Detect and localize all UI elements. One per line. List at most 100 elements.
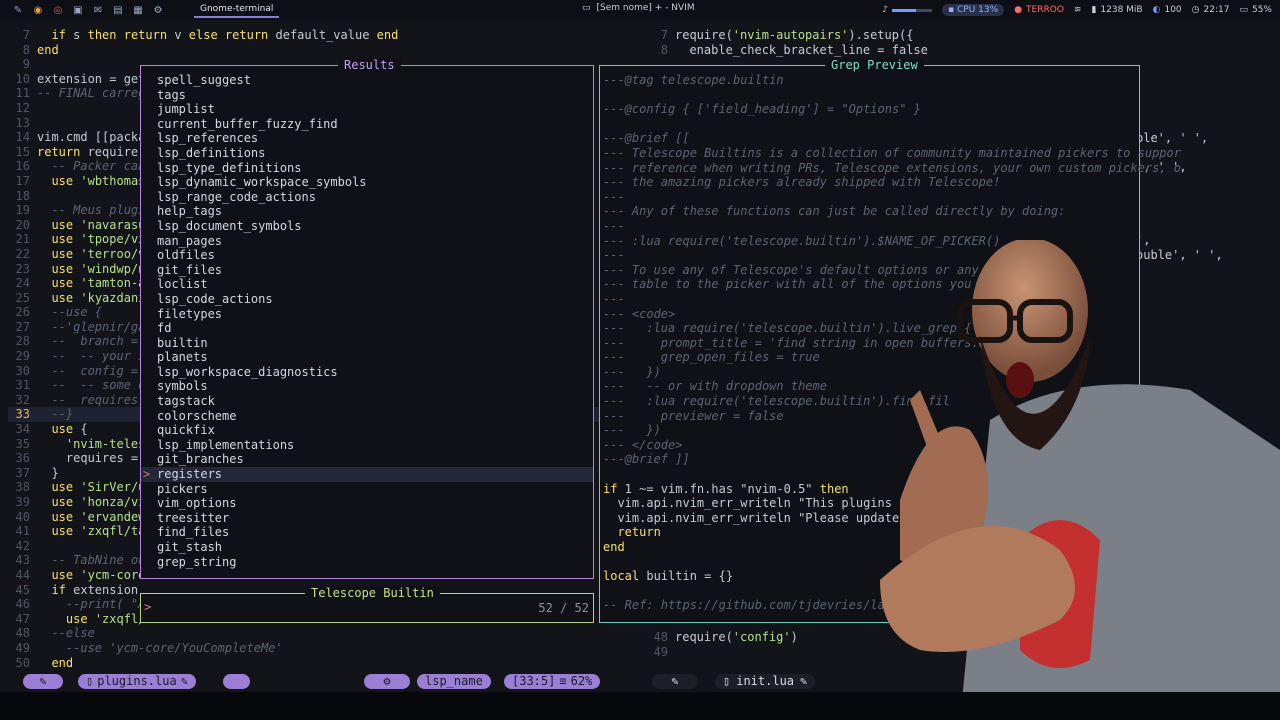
line-number: 27 (15, 319, 30, 334)
left-line-7[interactable]: 7 if s then return v else return default… (8, 28, 628, 43)
code-text: } (37, 465, 59, 480)
result-item[interactable]: fd (141, 321, 593, 336)
line-number: 22 (15, 246, 30, 261)
battery-indicator: ▭ 55% (1239, 5, 1272, 15)
line-number: 13 (15, 115, 30, 130)
window-title: ▭ [Sem nome] + - NVIM (582, 3, 695, 13)
terminal-icon[interactable]: ▣ (68, 0, 88, 20)
file-icon: ▯ (86, 674, 94, 688)
code-text: use 'tpope/vi (51, 232, 146, 247)
clock-icon: ◷ (1191, 5, 1200, 15)
result-item[interactable]: tagstack (141, 394, 593, 409)
result-item[interactable]: pickers (141, 482, 593, 497)
result-item[interactable]: git_files (141, 263, 593, 278)
line-number: 48 (15, 626, 30, 641)
code-text: --'glepnir/ga (37, 319, 146, 334)
result-label: man_pages (157, 233, 223, 248)
statusline: ✎ ▯ plugins.lua ✎ ⚙ lsp_name [33:5] ≡ 62… (0, 672, 1280, 690)
lsp-name-text: lsp_name (425, 674, 483, 688)
launcher-group: ✎ ◉ ◎ ▣ ✉ ▤ ▦ ⚙ (0, 0, 168, 20)
mail-icon[interactable]: ✉ (88, 0, 108, 20)
result-item[interactable]: lsp_document_symbols (141, 219, 593, 234)
result-item[interactable]: git_branches (141, 452, 593, 467)
result-item[interactable]: man_pages (141, 234, 593, 249)
preview-line: ---@tag telescope.builtin (603, 73, 784, 87)
left-line-8[interactable]: 8 end (8, 43, 628, 58)
right-file-tab[interactable]: ▯ init.lua ✎ (715, 674, 816, 689)
result-item[interactable]: colorscheme (141, 409, 593, 424)
result-label: lsp_document_symbols (157, 218, 302, 233)
line-number: 10 (15, 71, 30, 86)
code-text: -- -- your s (37, 349, 146, 364)
telescope-prompt-window[interactable]: Telescope Builtin > 52 / 52 (140, 586, 594, 623)
left-line-48[interactable]: 48 --else (8, 626, 628, 641)
code-text: use 'tamton-a (51, 276, 146, 291)
result-item[interactable]: quickfix (141, 423, 593, 438)
result-item[interactable]: lsp_dynamic_workspace_symbols (141, 175, 593, 190)
code-text: use 'ervandew (51, 509, 146, 524)
image-icon[interactable]: ▦ (128, 0, 148, 20)
folder-icon[interactable]: ▤ (108, 0, 128, 20)
result-item[interactable]: lsp_range_code_actions (141, 190, 593, 205)
bottom-strip (0, 692, 1280, 720)
result-item[interactable]: grep_string (141, 555, 593, 570)
chrome-icon[interactable]: ◎ (48, 0, 68, 20)
result-item[interactable]: planets (141, 350, 593, 365)
result-item[interactable]: lsp_implementations (141, 438, 593, 453)
left-line-50[interactable]: 50 end (8, 656, 628, 671)
settings-icon[interactable]: ⚙ (148, 0, 168, 20)
taskbar-item-terminal[interactable]: Gnome-terminal (194, 2, 280, 18)
volume-control[interactable]: ♪ (882, 5, 933, 15)
result-item[interactable]: vim_options (141, 496, 593, 511)
user-icon: ● (1014, 5, 1023, 15)
code-text: enable_check_bracket_line = false (675, 42, 928, 57)
result-label: quickfix (157, 423, 215, 438)
clock[interactable]: ◷ 22:17 (1192, 5, 1230, 15)
code-text: end (37, 42, 59, 57)
result-label: pickers (157, 481, 208, 496)
result-item[interactable]: spell_suggest (141, 73, 593, 88)
right-line-8[interactable]: 8 enable_check_bracket_line = false (646, 43, 1266, 58)
result-item[interactable]: treesitter (141, 511, 593, 526)
result-item[interactable]: filetypes (141, 307, 593, 322)
result-label: lsp_references (157, 131, 259, 146)
result-item[interactable]: tags (141, 88, 593, 103)
result-item[interactable]: oldfiles (141, 248, 593, 263)
wifi-icon: ≋ (1073, 5, 1082, 15)
result-item[interactable]: git_stash (141, 540, 593, 555)
code-text: --else (37, 626, 95, 641)
telescope-results-window[interactable]: Results spell_suggest tags jumplist current… (140, 58, 594, 579)
left-file-tab[interactable]: ▯ plugins.lua ✎ (78, 674, 196, 689)
result-item[interactable]: symbols (141, 379, 593, 394)
code-text: -- Meus plugi (37, 203, 146, 218)
result-item[interactable]: lsp_definitions (141, 146, 593, 161)
result-item[interactable]: builtin (141, 336, 593, 351)
result-item[interactable]: help_tags (141, 204, 593, 219)
prompt-caret: > (144, 600, 152, 614)
cpu-icon: ▪ (948, 5, 955, 15)
right-line-7[interactable]: 7 require('nvim-autopairs').setup({ (646, 28, 1266, 43)
preview-line (603, 88, 1181, 103)
brightness-text: 100 (1164, 5, 1182, 15)
right-file-name: init.lua (736, 674, 795, 688)
top-panel: ✎ ◉ ◎ ▣ ✉ ▤ ▦ ⚙ Gnome-terminal ▭ [Sem no… (0, 0, 1280, 20)
wifi-indicator[interactable]: ≋ (1074, 5, 1082, 15)
volume-bar[interactable] (892, 8, 933, 12)
wand-icon[interactable]: ✎ (8, 0, 28, 20)
result-item[interactable]: lsp_references (141, 131, 593, 146)
left-line-49[interactable]: 49 --use 'ycm-core/YouCompleteMe' (8, 641, 628, 656)
result-item[interactable]: loclist (141, 277, 593, 292)
result-item[interactable]: jumplist (141, 102, 593, 117)
result-item[interactable]: find_files (141, 525, 593, 540)
firefox-icon[interactable]: ◉ (28, 0, 48, 20)
brightness-indicator[interactable]: ◐ 100 (1153, 5, 1182, 15)
results-list[interactable]: spell_suggest tags jumplist current_buffer_… (141, 73, 593, 569)
result-item[interactable]: current_buffer_fuzzy_find (141, 117, 593, 132)
result-item[interactable]: > registers (141, 467, 593, 482)
result-item[interactable]: lsp_code_actions (141, 292, 593, 307)
result-item[interactable]: lsp_type_definitions (141, 161, 593, 176)
battery-icon: ▭ (1239, 5, 1248, 15)
result-label: git_stash (157, 540, 223, 554)
right-editor-pane[interactable]: 7 require('nvim-autopairs').setup({8 enab… (646, 28, 1266, 57)
result-item[interactable]: lsp_workspace_diagnostics (141, 365, 593, 380)
